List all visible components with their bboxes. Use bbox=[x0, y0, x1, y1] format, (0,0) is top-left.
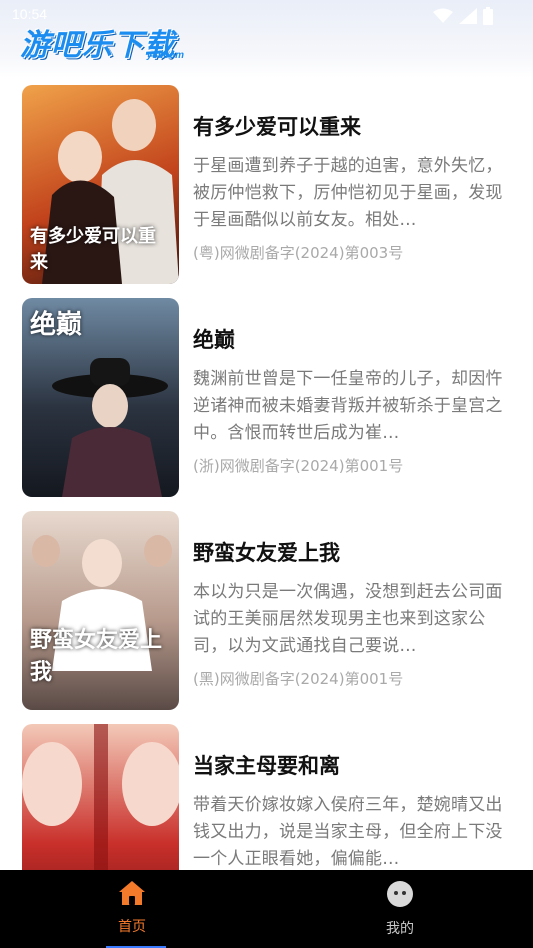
drama-meta: 有多少爱可以重来 于星画遭到养子于越的迫害，意外失忆，被厉仲恺救下，厉仲恺初见于… bbox=[193, 85, 511, 263]
logo-subtext: y8l.com bbox=[146, 50, 184, 61]
status-icons bbox=[433, 7, 493, 25]
drama-meta: 当家主母要和离 带着天价嫁妆嫁入侯府三年，楚婉晴又出钱又出力，说是当家主母，但全… bbox=[193, 724, 511, 873]
profile-icon bbox=[387, 881, 413, 907]
drama-description: 带着天价嫁妆嫁入侯府三年，楚婉晴又出钱又出力，说是当家主母，但全府上下没一个人正… bbox=[193, 795, 503, 869]
drama-description: 本以为只是一次偶遇，没想到赶去公司面试的王美丽居然发现男主也来到这家公司，以为文… bbox=[193, 582, 503, 656]
nav-me-label: 我的 bbox=[386, 921, 414, 937]
drama-meta: 绝巅 魏渊前世曾是下一任皇帝的儿子，却因忤逆诸神而被未婚妻背叛并被斩杀于皇宫之中… bbox=[193, 298, 511, 476]
drama-list-item[interactable]: 野蛮女友爱上我 野蛮女友爱上我 本以为只是一次偶遇，没想到赶去公司面试的王美丽居… bbox=[22, 511, 512, 711]
drama-title[interactable]: 有多少爱可以重来 bbox=[193, 113, 511, 141]
drama-description: 于星画遭到养子于越的迫害，意外失忆，被厉仲恺救下，厉仲恺初见于星画，发现于星画酷… bbox=[193, 156, 503, 230]
drama-description: 魏渊前世曾是下一任皇帝的儿子，却因忤逆诸神而被未婚妻背叛并被斩杀于皇宫之中。含恨… bbox=[193, 369, 503, 443]
poster-title: 绝巅 bbox=[30, 310, 83, 340]
drama-title[interactable]: 绝巅 bbox=[193, 326, 511, 354]
drama-poster[interactable]: 有多少爱可以重来 bbox=[22, 85, 179, 284]
nav-me-tab[interactable]: 我的 bbox=[340, 880, 460, 938]
drama-list-item[interactable]: 有多少爱可以重来 有多少爱可以重来 于星画遭到养子于越的迫害，意外失忆，被厉仲恺… bbox=[22, 85, 512, 285]
nav-home-label: 首页 bbox=[118, 919, 146, 935]
drama-record-number: (浙)网微剧备字(2024)第001号 bbox=[193, 457, 404, 475]
bottom-navigation: 首页 我的 bbox=[0, 870, 533, 948]
top-header: 10:54 游吧乐下载 y8l.com bbox=[0, 0, 533, 78]
drama-title[interactable]: 野蛮女友爱上我 bbox=[193, 539, 511, 567]
drama-record-number: (粤)网微剧备字(2024)第003号 bbox=[193, 244, 404, 262]
home-icon bbox=[119, 881, 145, 905]
signal-icon bbox=[459, 8, 477, 24]
poster-title: 有多少爱可以重来 bbox=[30, 226, 156, 273]
battery-icon bbox=[483, 7, 493, 25]
drama-poster[interactable]: 野蛮女友爱上我 bbox=[22, 511, 179, 710]
drama-list-item[interactable]: 绝巅 绝巅 魏渊前世曾是下一任皇帝的儿子，却因忤逆诸神而被未婚妻背叛并被斩杀于皇… bbox=[22, 298, 512, 498]
drama-record-number: (黑)网微剧备字(2024)第001号 bbox=[193, 670, 404, 688]
poster-title: 野蛮女友爱上我 bbox=[30, 627, 163, 685]
drama-poster[interactable]: 绝巅 bbox=[22, 298, 179, 497]
nav-home-tab[interactable]: 首页 bbox=[72, 880, 192, 936]
drama-meta: 野蛮女友爱上我 本以为只是一次偶遇，没想到赶去公司面试的王美丽居然发现男主也来到… bbox=[193, 511, 511, 689]
drama-title[interactable]: 当家主母要和离 bbox=[193, 752, 511, 780]
wifi-icon bbox=[433, 8, 453, 23]
app-logo: 游吧乐下载 y8l.com bbox=[20, 20, 190, 68]
